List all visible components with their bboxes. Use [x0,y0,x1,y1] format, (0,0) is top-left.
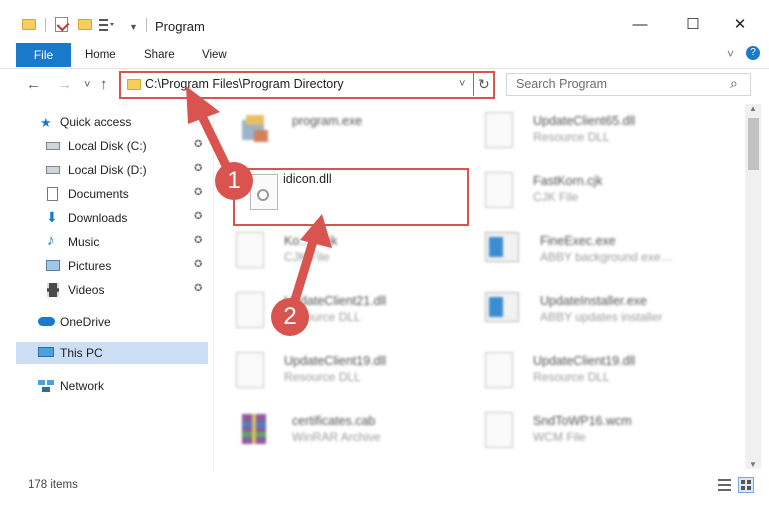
step-1-badge: 1 [215,162,253,200]
item-count: 178 items [28,479,78,491]
scrollbar-thumb[interactable] [748,118,759,170]
scroll-up-icon[interactable]: ▲ [749,104,757,113]
arrow-2-head [300,214,332,248]
annotation-arrows [186,86,332,315]
details-view-icon[interactable] [718,479,731,491]
scroll-down-icon[interactable]: ▼ [749,460,757,469]
arrow-1-head [186,86,220,124]
large-icons-view-icon[interactable] [738,477,754,493]
step-2-badge: 2 [271,298,309,336]
status-bar [0,473,769,507]
